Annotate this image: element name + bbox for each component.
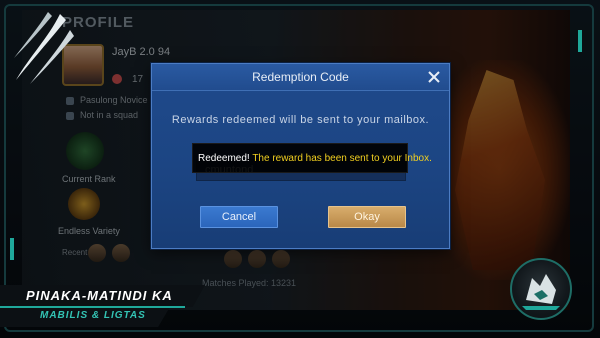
claw-mark-icon xyxy=(14,12,74,84)
stream-frame-border xyxy=(4,4,594,332)
overlay-banner: PINAKA-MATINDI KA MABILIS & LIGTAS xyxy=(0,285,205,331)
wolf-logo-icon xyxy=(522,274,560,310)
banner-subtitle: MABILIS & LIGTAS xyxy=(40,310,146,321)
accent-bar xyxy=(10,238,14,260)
accent-bar xyxy=(578,30,582,52)
banner-title: PINAKA-MATINDI KA xyxy=(26,288,173,303)
banner-divider xyxy=(0,306,185,308)
streamer-logo-icon xyxy=(510,258,572,320)
game-screen: PROFILE JayB 2.0 94 17 Pasulong Novice N… xyxy=(0,0,600,338)
